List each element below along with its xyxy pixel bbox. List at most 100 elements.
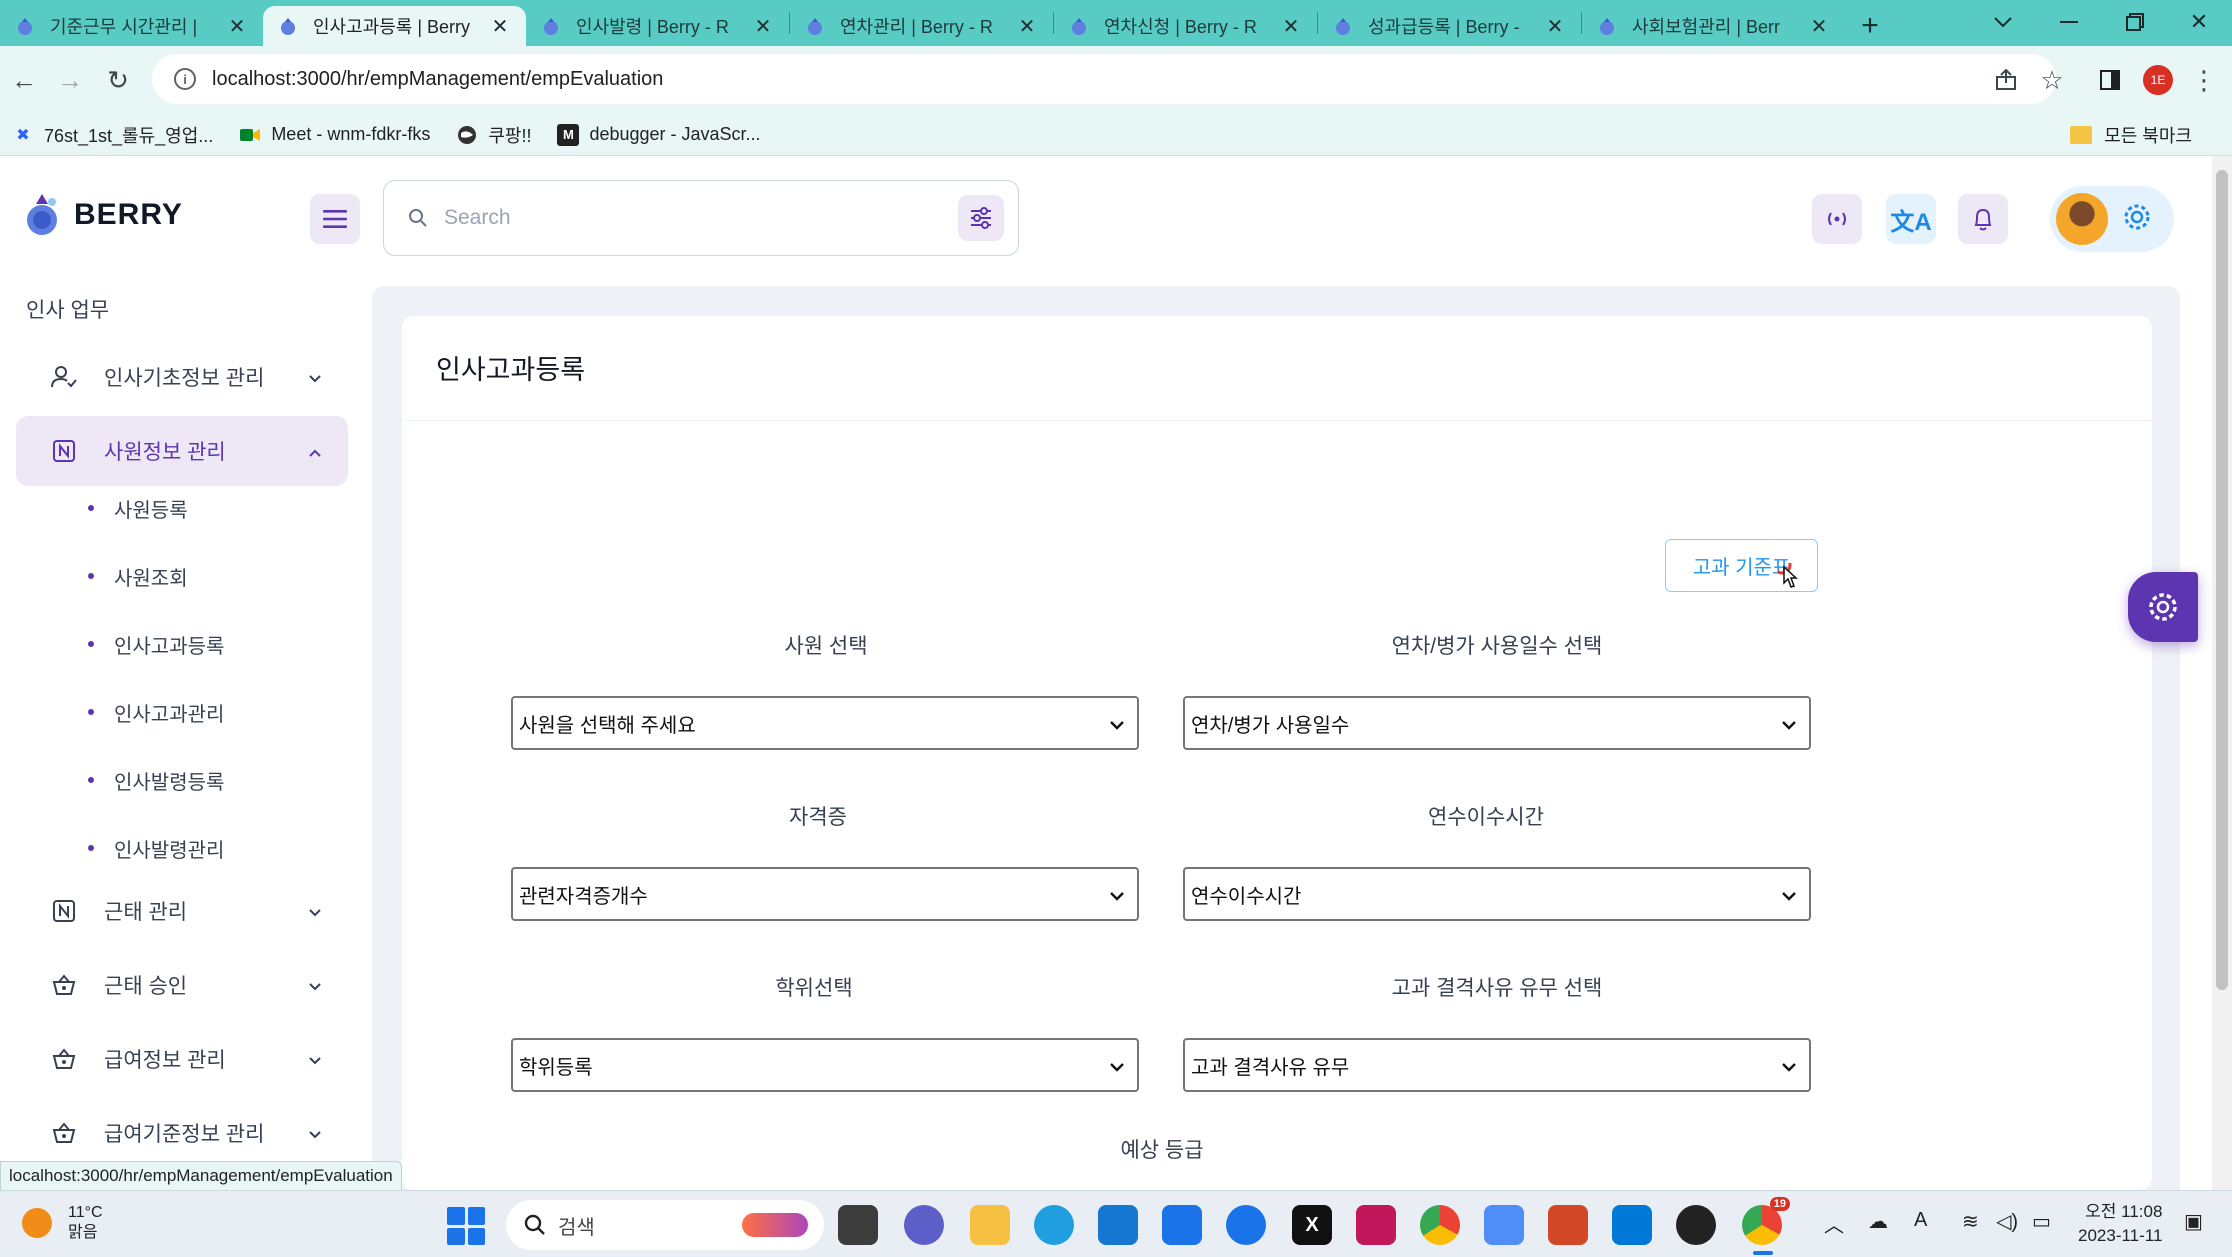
wifi-icon[interactable]: ≋ [1962,1209,1979,1234]
degree-select[interactable]: 학위등록 [511,1038,1139,1092]
forward-arrow-icon[interactable]: → [48,58,92,102]
weather-widget[interactable]: 11°C 맑음 [22,1203,103,1243]
sidebar-item-payroll-standard[interactable]: 급여기준정보 관리 [16,1098,348,1168]
task-view-icon[interactable] [838,1205,878,1245]
disqualify-select[interactable]: 고과 결격사유 유무 [1183,1038,1811,1092]
profile-menu-button[interactable] [2050,186,2174,252]
bookmark-item[interactable]: 쿠팡!! [456,122,531,148]
sidebar-toggle-button[interactable] [310,194,360,244]
ime-icon[interactable]: A [1914,1209,1927,1232]
share-icon[interactable] [1984,58,2028,102]
search-input[interactable]: Search [383,180,1019,256]
all-bookmarks-folder[interactable]: 모든 북마크 [2070,122,2192,148]
taskbar-search[interactable]: 검색 [506,1200,824,1250]
volume-icon[interactable]: ◁) [1996,1209,2018,1234]
browser-tab[interactable]: 연차신청 | Berry - R ✕ [1054,6,1317,46]
sidebar: 인사 업무 인사기초정보 관리 사원정보 관리 사원등록 사원조회 인사고과등록… [0,266,368,1190]
chrome-icon[interactable] [1420,1205,1460,1245]
berry-favicon-icon [540,15,562,37]
bookmark-star-icon[interactable]: ☆ [2030,58,2074,102]
browser-tab[interactable]: 성과급등록 | Berry - ✕ [1318,6,1581,46]
minimize-window-icon[interactable] [2036,0,2102,44]
close-tab-icon[interactable]: ✕ [225,14,249,39]
edge-icon[interactable] [1034,1205,1074,1245]
sidebar-item-attendance-approval[interactable]: 근태 승인 [16,950,348,1020]
chevron-down-icon [1109,714,1125,737]
vscode-icon[interactable] [1612,1205,1652,1245]
back-arrow-icon[interactable]: ← [2,58,46,102]
sidebar-subitem-evaluation-register[interactable]: 인사고과등록 [88,624,224,664]
profile-badge: 1E [2143,65,2173,95]
windows-start-icon[interactable] [447,1207,485,1245]
x-app-icon[interactable]: X [1292,1205,1332,1245]
remote-desktop-icon[interactable] [1098,1205,1138,1245]
notification-center-icon[interactable]: ▣ [2184,1209,2203,1234]
sidebar-subitem-employee-search[interactable]: 사원조회 [88,556,188,596]
taskbar-clock[interactable]: 오전 11:08 2023-11-11 [2078,1200,2162,1248]
bullet-icon [88,505,94,511]
arrow-app-icon[interactable] [1226,1205,1266,1245]
tray-chevron-up-icon[interactable]: ︿ [1824,1209,1844,1238]
customization-fab[interactable] [2128,572,2198,642]
powerpoint-icon[interactable] [1548,1205,1588,1245]
search-filter-button[interactable] [958,195,1004,241]
address-toolbar: ← → ↻ i localhost:3000/hr/empManagement/… [0,46,2232,114]
app-icon[interactable] [1484,1205,1524,1245]
basket-icon [50,1119,78,1147]
battery-icon[interactable]: ▭ [2032,1209,2051,1234]
sidebar-subitem-appointment-manage[interactable]: 인사발령관리 [88,828,224,868]
site-info-icon[interactable]: i [174,68,196,90]
close-tab-icon[interactable]: ✕ [1279,14,1303,39]
new-tab-button[interactable]: + [1845,6,1895,46]
close-tab-icon[interactable]: ✕ [751,14,775,39]
training-hours-select[interactable]: 연수이수시간 [1183,867,1811,921]
leave-days-select[interactable]: 연차/병가 사용일수 [1183,696,1811,750]
live-customize-button[interactable] [1812,194,1862,244]
intellij-icon[interactable] [1356,1205,1396,1245]
search-highlight-icon [742,1213,808,1237]
sidebar-item-attendance[interactable]: 근태 관리 [16,876,348,946]
close-tab-icon[interactable]: ✕ [1543,14,1567,39]
url-bar[interactable]: i localhost:3000/hr/empManagement/empEva… [152,54,2056,104]
sidebar-subitem-employee-register[interactable]: 사원등록 [88,488,188,528]
chat-icon[interactable] [904,1205,944,1245]
browser-tab-active[interactable]: 인사고과등록 | Berry ✕ [263,6,526,46]
restore-window-icon[interactable] [2102,0,2168,44]
bookmark-item[interactable]: M debugger - JavaScr... [557,123,761,146]
profile-icon[interactable]: 1E [2136,58,2180,102]
sidebar-item-payroll-info[interactable]: 급여정보 관리 [16,1024,348,1094]
sidebar-subitem-appointment-register[interactable]: 인사발령등록 [88,760,224,800]
cloud-icon[interactable]: ☁ [1868,1209,1888,1234]
url-text: localhost:3000/hr/empManagement/empEvalu… [212,67,664,90]
browser-tab[interactable]: 인사발령 | Berry - R ✕ [526,6,789,46]
browser-menu-icon[interactable]: ⋮ [2182,58,2226,102]
scrollbar-thumb[interactable] [2216,170,2228,990]
side-panel-icon[interactable] [2088,58,2132,102]
chrome-active-icon[interactable]: 19 [1742,1197,1790,1245]
sidebar-item-employee-info[interactable]: 사원정보 관리 [16,416,348,486]
language-button[interactable]: 文A [1886,194,1936,244]
close-tab-icon[interactable]: ✕ [1015,14,1039,39]
media-player-icon[interactable] [1676,1205,1716,1245]
close-window-icon[interactable]: ✕ [2166,0,2232,44]
browser-tab[interactable]: 사회보험관리 | Berr ✕ [1582,6,1845,46]
cert-count-select[interactable]: 관련자격증개수 [511,867,1139,921]
folder-icon [2070,125,2093,144]
store-icon[interactable] [1162,1205,1202,1245]
browser-tab[interactable]: 연차관리 | Berry - R ✕ [790,6,1053,46]
bookmark-item[interactable]: Meet - wnm-fdkr-fks [239,124,430,146]
employee-select[interactable]: 사원을 선택해 주세요 [511,696,1139,750]
close-tab-icon[interactable]: ✕ [1807,14,1831,39]
sidebar-subitem-evaluation-manage[interactable]: 인사고과관리 [88,692,224,732]
sidebar-item-hr-basic[interactable]: 인사기초정보 관리 [16,342,348,412]
close-tab-icon[interactable]: ✕ [488,14,512,39]
bookmark-item[interactable]: ✖ 76st_1st_롤듀_영업... [12,122,213,148]
notification-badge: 19 [1769,1197,1790,1211]
brand-logo[interactable]: BERRY [22,192,183,238]
reload-icon[interactable]: ↻ [96,58,140,102]
bullet-icon [88,777,94,783]
tab-search-chevron-icon[interactable] [1970,0,2036,44]
file-explorer-icon[interactable] [970,1205,1010,1245]
browser-tab[interactable]: 기준근무 시간관리 | ✕ [0,6,263,46]
notifications-button[interactable] [1958,194,2008,244]
